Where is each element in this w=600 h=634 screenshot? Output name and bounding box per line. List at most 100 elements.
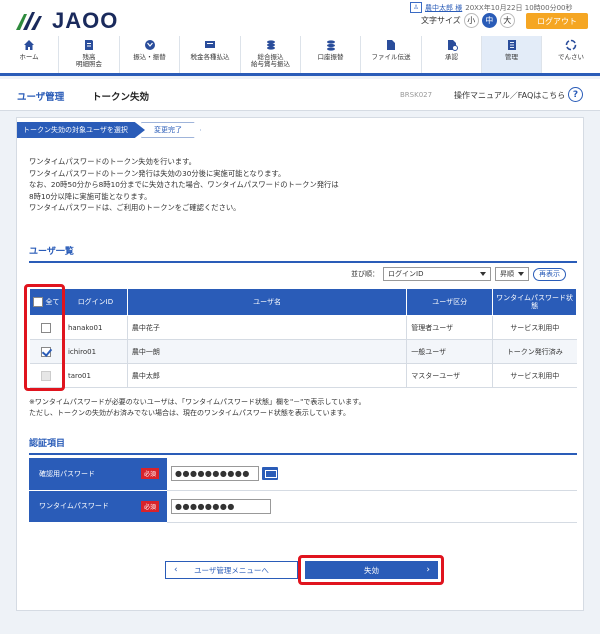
user-list-heading: ユーザ一覧 bbox=[29, 244, 577, 263]
logo-text: JAOO bbox=[52, 8, 119, 33]
user-list-notes: ※ワンタイムパスワードが必要のないユーザは、「ワンタイムパスワード状態」欄を"－… bbox=[29, 397, 365, 419]
table-header-row: 全て ログインID ユーザ名 ユーザ区分 ワンタイムパスワード状態 bbox=[29, 288, 577, 316]
cell-user-type: マスターユーザ bbox=[406, 363, 494, 388]
select-all-label: 全て bbox=[45, 298, 60, 306]
nav-transfer[interactable]: 振込・振替 bbox=[120, 36, 180, 73]
row-checkbox-disabled bbox=[41, 370, 52, 381]
nav-tax[interactable]: 税金各種払込 bbox=[180, 36, 241, 73]
col-login-id: ログインID bbox=[62, 288, 128, 316]
logo-mark-icon bbox=[14, 10, 48, 32]
densai-icon bbox=[564, 39, 578, 51]
step-indicator: トークン失効の対象ユーザを選択 変更完了 bbox=[17, 122, 201, 138]
revoke-button[interactable]: 失効 › bbox=[305, 561, 438, 579]
account-book-icon bbox=[82, 39, 96, 51]
user-name-link[interactable]: 農中太郎 様 bbox=[425, 3, 462, 13]
auth-table: 確認用パスワード 必須 ●●●●●●●●●● ワンタイムパスワード 必須 ●●●… bbox=[29, 458, 577, 523]
notice-line: 8時10分以降に実施可能となります。 bbox=[29, 191, 152, 201]
row-checkbox[interactable] bbox=[41, 346, 52, 357]
notice-text: ワンタイムパスワードのトークン失効を行います。 ワンタイムパスワードのトークン発… bbox=[29, 156, 339, 214]
select-all-header[interactable]: 全て bbox=[29, 288, 64, 316]
top-bar: JAOO ♙ 農中太郎 様 20XX年10月22日 10時00分00秒 文字サイ… bbox=[0, 0, 600, 36]
nav-label: ファイル伝送 bbox=[371, 53, 411, 61]
cell-otp-status: サービス利用中 bbox=[492, 363, 577, 388]
breadcrumb[interactable]: ユーザ管理 bbox=[17, 89, 64, 103]
sort-field-select[interactable]: ログインID bbox=[383, 267, 491, 281]
cell-otp-status: サービス利用中 bbox=[492, 315, 577, 340]
screen-id: BRSK027 bbox=[400, 91, 433, 99]
nav-home[interactable]: ホーム bbox=[0, 36, 59, 73]
note-line: ただし、トークンの失効がお済みでない場合は、現在のワンタイムパスワード状態を表示… bbox=[29, 409, 350, 417]
col-user-name: ユーザ名 bbox=[126, 288, 408, 316]
confirm-password-input[interactable]: ●●●●●●●●●● bbox=[171, 466, 259, 482]
login-datetime: 20XX年10月22日 10時00分00秒 bbox=[465, 3, 573, 12]
auth-value-cell: ●●●●●●●● bbox=[167, 490, 577, 523]
font-size-large-button[interactable]: 大 bbox=[499, 13, 515, 28]
sort-bar: 並び順： ログインID 昇順 再表示 bbox=[351, 267, 566, 281]
global-nav: ホーム 残高 明細照会 振込・振替 税金各種払込 総合振込 給与賞与振込 口座振… bbox=[0, 36, 600, 76]
select-all-checkbox[interactable] bbox=[33, 297, 44, 307]
manual-faq-link[interactable]: 操作マニュアル／FAQはこちら bbox=[454, 90, 565, 101]
auth-heading: 認証項目 bbox=[29, 436, 577, 455]
row-checkbox[interactable] bbox=[41, 322, 52, 333]
table-row: taro01 農中太郎 マスターユーザ サービス利用中 bbox=[29, 363, 577, 388]
main-panel: トークン失効の対象ユーザを選択 変更完了 ワンタイムパスワードのトークン失効を行… bbox=[16, 117, 584, 611]
transfer-icon bbox=[143, 39, 157, 51]
table-row: hanako01 農中花子 管理者ユーザ サービス利用中 bbox=[29, 315, 577, 340]
approval-icon bbox=[445, 39, 459, 51]
step-select-user: トークン失効の対象ユーザを選択 bbox=[17, 122, 145, 138]
cell-login-id: hanako01 bbox=[63, 315, 128, 340]
notice-line: なお、20時50分から8時10分までに失効された場合、ワンタイムパスワードのトー… bbox=[29, 180, 339, 189]
nav-densai[interactable]: でんさい bbox=[542, 36, 600, 73]
nav-direct-debit[interactable]: 口座振替 bbox=[301, 36, 361, 73]
chevron-right-icon: › bbox=[426, 565, 430, 575]
logout-button[interactable]: ログアウト bbox=[526, 13, 588, 29]
cell-user-type: 一般ユーザ bbox=[406, 339, 494, 364]
admin-icon bbox=[505, 39, 519, 51]
cell-user-name: 農中一朗 bbox=[127, 339, 408, 364]
row-select-cell[interactable] bbox=[29, 315, 64, 340]
direct-debit-icon bbox=[324, 39, 338, 51]
one-time-password-input[interactable]: ●●●●●●●● bbox=[171, 498, 271, 514]
logo[interactable]: JAOO bbox=[14, 8, 118, 34]
nav-file-transfer[interactable]: ファイル伝送 bbox=[361, 36, 422, 73]
required-badge: 必須 bbox=[140, 500, 159, 512]
col-user-type: ユーザ区分 bbox=[406, 288, 494, 316]
back-to-user-menu-button[interactable]: ‹ ユーザ管理メニューへ bbox=[165, 561, 298, 579]
sort-order-select[interactable]: 昇順 bbox=[495, 267, 529, 281]
file-transfer-icon bbox=[384, 39, 398, 51]
cell-user-name: 農中太郎 bbox=[127, 363, 408, 388]
software-keyboard-icon[interactable] bbox=[262, 467, 278, 481]
nav-label: 管理 bbox=[505, 53, 518, 61]
sort-field-value: ログインID bbox=[388, 270, 424, 278]
sort-label: 並び順： bbox=[351, 270, 379, 278]
one-time-password-label: ワンタイムパスワード bbox=[39, 502, 109, 510]
auth-row: ワンタイムパスワード 必須 ●●●●●●●● bbox=[29, 490, 577, 523]
nav-approval[interactable]: 承認 bbox=[422, 36, 482, 73]
row-select-cell[interactable] bbox=[29, 339, 64, 364]
nav-balance[interactable]: 残高 明細照会 bbox=[59, 36, 120, 73]
chevron-left-icon: ‹ bbox=[174, 565, 178, 575]
font-size-control: 文字サイズ 小 中 大 bbox=[421, 13, 515, 28]
cell-user-type: 管理者ユーザ bbox=[406, 315, 494, 340]
nav-bulk-transfer[interactable]: 総合振込 給与賞与振込 bbox=[241, 36, 301, 73]
nav-admin[interactable]: 管理 bbox=[482, 36, 542, 73]
user-info: ♙ 農中太郎 様 20XX年10月22日 10時00分00秒 bbox=[410, 2, 573, 13]
sort-order-value: 昇順 bbox=[500, 270, 514, 278]
home-icon bbox=[22, 39, 36, 51]
nav-label: 残高 明細照会 bbox=[76, 53, 102, 69]
font-size-small-button[interactable]: 小 bbox=[463, 13, 479, 28]
title-bar: ユーザ管理 トークン失効 BRSK027 操作マニュアル／FAQはこちら ? bbox=[0, 79, 600, 111]
nav-label: 振込・振替 bbox=[133, 53, 166, 61]
revoke-button-label: 失効 bbox=[364, 565, 379, 575]
auth-label-cell: ワンタイムパスワード 必須 bbox=[29, 490, 167, 523]
question-icon[interactable]: ? bbox=[568, 87, 583, 102]
step-complete: 変更完了 bbox=[141, 122, 201, 138]
notice-line: ワンタイムパスワードのトークン発行は失効の30分後に実施可能となります。 bbox=[29, 168, 286, 178]
auth-label-cell: 確認用パスワード 必須 bbox=[29, 458, 167, 491]
cell-otp-status: トークン発行済み bbox=[492, 339, 577, 364]
redisplay-button[interactable]: 再表示 bbox=[533, 267, 566, 281]
page-title: トークン失効 bbox=[92, 92, 150, 103]
confirm-password-label: 確認用パスワード bbox=[39, 469, 95, 478]
font-size-medium-button[interactable]: 中 bbox=[481, 13, 497, 28]
user-table: 全て ログインID ユーザ名 ユーザ区分 ワンタイムパスワード状態 hanako… bbox=[29, 288, 577, 388]
